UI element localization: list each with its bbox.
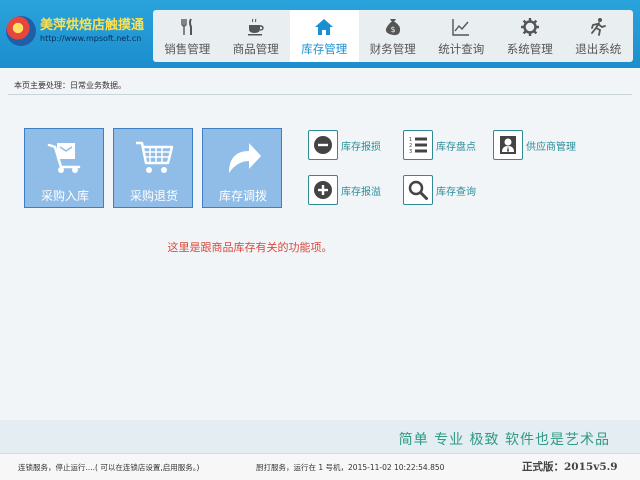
purchase-return-button[interactable]: 采购退货 [113, 128, 193, 208]
stock-count-label: 库存盘点 [436, 141, 476, 153]
supplier-management-button[interactable]: 供应商管理 [493, 129, 576, 161]
nav-exit[interactable]: 退出系统 [564, 10, 633, 62]
nav-inventory[interactable]: 库存管理 [290, 10, 359, 62]
hint-text: 这里是跟商品库存有关的功能项。 [167, 241, 333, 254]
hand-truck-icon [47, 143, 81, 173]
main-nav: 销售管理 商品管理 库存管理 $ 财务管理 统计查询 系统管理 退出系统 [153, 10, 633, 62]
person-icon [500, 136, 516, 154]
purchase-stock-in-button[interactable]: 采购入库 [24, 128, 104, 208]
money-bag-icon: $ [385, 19, 400, 36]
nav-finance[interactable]: $ 财务管理 [359, 10, 428, 62]
shopping-cart-icon [136, 141, 174, 173]
logo-emblem-icon [6, 16, 36, 46]
stock-count-button[interactable]: 1 2 3 库存盘点 [403, 129, 476, 161]
logo-title: 美萍烘焙店触摸通 [40, 18, 145, 33]
slogan: 简单 专业 极致 软件也是艺术品 [398, 432, 610, 448]
nav-exit-label: 退出系统 [575, 42, 622, 56]
nav-system-label: 系统管理 [506, 42, 553, 56]
nav-inventory-label: 库存管理 [301, 42, 348, 56]
stock-query-button[interactable]: 库存查询 [403, 174, 476, 206]
nav-products-label: 商品管理 [232, 42, 279, 56]
svg-text:3: 3 [409, 149, 412, 155]
nav-products[interactable]: 商品管理 [222, 10, 291, 62]
plus-circle-icon [314, 181, 332, 199]
stock-transfer-label: 库存调拨 [218, 189, 267, 203]
stock-overflow-label: 库存报溢 [341, 186, 381, 198]
nav-finance-label: 财务管理 [369, 42, 416, 56]
minus-circle-icon [314, 136, 332, 154]
stock-transfer-button[interactable]: 库存调拨 [202, 128, 282, 208]
magnifier-icon [408, 180, 428, 200]
supplier-management-label: 供应商管理 [526, 141, 576, 153]
stock-query-label: 库存查询 [436, 186, 476, 198]
nav-statistics-label: 统计查询 [438, 42, 485, 56]
version-label: 正式版：2015v5.9 [522, 461, 618, 473]
chain-service-status: 连锁服务，停止运行....( 可以在连锁店设置,启用服务。) [18, 463, 200, 472]
stock-loss-button[interactable]: 库存报损 [308, 129, 381, 161]
purchase-stock-in-label: 采购入库 [40, 189, 89, 203]
kitchen-print-status: 厨打服务，运行在 1 号机，2015-11-02 10:22:54.850 [256, 463, 445, 472]
purchase-return-label: 采购退货 [129, 189, 178, 203]
numbered-list-icon: 1 2 3 [409, 137, 427, 155]
page-info: 本页主要处理：日常业务数据。 [14, 81, 126, 90]
status-bar: 连锁服务，停止运行....( 可以在连锁店设置,启用服务。) 厨打服务，运行在 … [0, 453, 640, 480]
nav-sales-label: 销售管理 [164, 42, 211, 56]
stock-loss-label: 库存报损 [341, 141, 381, 153]
nav-statistics[interactable]: 统计查询 [427, 10, 496, 62]
svg-text:$: $ [390, 25, 395, 34]
nav-sales[interactable]: 销售管理 [153, 10, 222, 62]
house-icon [315, 19, 334, 35]
gear-icon [520, 18, 539, 36]
fork-knife-icon [181, 18, 193, 35]
logo-url: http://www.mpsoft.net.cn [40, 34, 142, 43]
running-man-icon [591, 18, 607, 36]
stock-overflow-button[interactable]: 库存报溢 [308, 174, 381, 206]
app-logo: 美萍烘焙店触摸通 http://www.mpsoft.net.cn [4, 12, 150, 52]
divider [8, 94, 632, 95]
curved-arrow-icon [229, 143, 261, 173]
nav-system[interactable]: 系统管理 [496, 10, 565, 62]
line-chart-icon [452, 19, 470, 36]
coffee-cup-icon [247, 18, 264, 36]
header-bar: 美萍烘焙店触摸通 http://www.mpsoft.net.cn 销售管理 商… [0, 0, 640, 68]
